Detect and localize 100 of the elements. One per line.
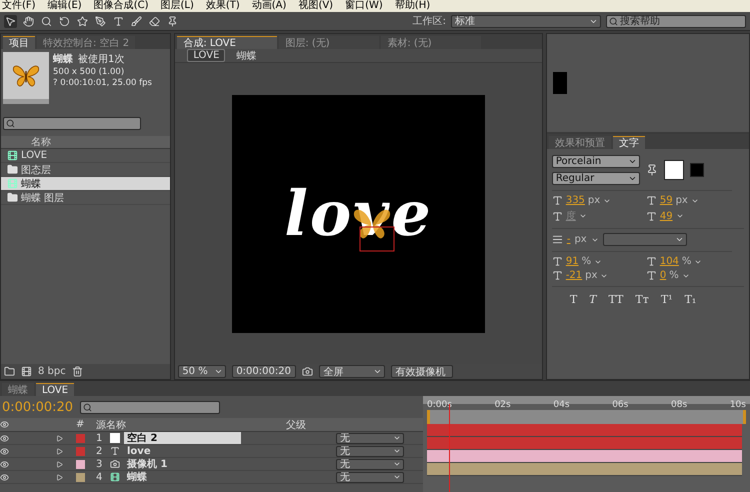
timecode-field[interactable]: 0:00:00:20 [232,365,296,378]
visibility-icon[interactable] [0,460,9,468]
search-field[interactable] [3,117,141,130]
value-field[interactable]: 91 [566,256,579,267]
panel-tab[interactable]: 项目 [3,36,35,49]
folder-icon [7,164,18,175]
panel-tab[interactable]: 素材: (无) [381,36,482,49]
text-style-button[interactable]: T [585,293,601,306]
text-scale-icon [646,256,657,267]
value-field[interactable]: 0 [660,270,666,281]
timeline-tab[interactable]: LOVE [36,383,74,396]
label-color-swatch[interactable] [76,472,85,482]
pen-tool-icon[interactable] [94,14,107,28]
panel-tab[interactable]: 图层: (无) [279,36,380,49]
menu-item[interactable]: 编辑(E) [48,0,82,12]
panel-tab[interactable]: 文字 [612,136,645,149]
stroke-color-swatch[interactable] [690,163,704,177]
visibility-icon[interactable] [0,472,9,482]
text-scale-icon [552,256,563,267]
value-field[interactable]: -21 [566,270,582,281]
text-style-button[interactable]: TT [604,293,628,306]
fill-color-swatch[interactable] [664,160,684,180]
visibility-icon[interactable] [0,434,9,442]
trash-icon[interactable] [72,366,83,377]
panel-tab[interactable]: 效果和预置 [548,136,611,149]
layer-name[interactable]: 空白 2 [124,432,241,444]
folder-icon [7,192,18,203]
unit-label: % [582,256,592,267]
folder-icon[interactable] [4,366,15,377]
column-header[interactable]: # [76,419,96,430]
composition-icon[interactable] [21,366,32,377]
panel-tab[interactable]: 合成: LOVE [177,36,278,49]
help-search-field[interactable]: 搜索帮助 [606,14,746,28]
timeline-tab[interactable]: 蝴蝶 [2,383,34,396]
dropdown-caret-icon[interactable] [214,367,224,376]
project-item[interactable]: 蝴蝶 [1,177,170,191]
value-field[interactable]: 49 [660,210,673,222]
search-icon [609,16,618,26]
menu-item[interactable]: 图层(L) [160,0,194,12]
value-field[interactable]: 104 [660,256,679,267]
layer-search-field[interactable] [80,400,220,414]
menu-item[interactable]: 图像合成(C) [94,0,148,12]
camera-view-dropdown[interactable]: 有效摄像机 [391,365,454,378]
value-field[interactable]: - [566,234,570,245]
brush-tool-icon[interactable] [130,14,143,28]
parent-dropdown[interactable]: 无 [336,472,404,482]
column-header[interactable]: 父级 [286,418,406,432]
value-field[interactable]: 335 [566,195,585,206]
color-swatch [552,72,567,94]
font-dropdown[interactable]: Porcelain [552,155,640,168]
label-color-swatch[interactable] [76,460,85,468]
resolution-dropdown[interactable]: 全屏 [319,365,386,378]
font-style-dropdown[interactable]: Regular [552,172,640,185]
type-tool-icon[interactable] [112,14,125,28]
column-header[interactable]: 名称 [31,135,51,149]
text-metric-icon [552,210,563,222]
snapshot-icon[interactable] [302,366,314,377]
zoom-dropdown[interactable]: 50 % [178,365,226,378]
text-style-button[interactable]: Tт [631,293,653,306]
butterfly-icon [12,62,40,88]
label-color-swatch[interactable] [76,434,85,442]
rotate-tool-icon[interactable] [58,14,71,28]
dropdown-caret-icon[interactable] [373,367,382,376]
text-style-button[interactable]: T₁ [680,293,700,306]
layer-name[interactable]: love [124,445,241,457]
project-item[interactable]: 蝴蝶 图层 [1,191,170,205]
menu-item[interactable]: 帮助(H) [394,0,430,12]
visibility-icon[interactable] [0,446,9,456]
parent-dropdown[interactable]: 无 [336,446,404,456]
value-field[interactable]: 59 [660,195,673,206]
panel-tab[interactable]: 特效控制台: 空白 2 [37,36,136,49]
star-tool-icon[interactable] [76,14,89,28]
menu-item[interactable]: 视图(V) [298,0,334,12]
unit-label: px [676,195,688,206]
time-tick-label: 06s [612,400,628,410]
menu-item[interactable]: 动画(A) [252,0,286,12]
dropdown-caret-icon[interactable] [674,235,684,244]
project-item[interactable]: LOVE [1,149,170,163]
parent-dropdown[interactable]: 无 [336,458,404,470]
menu-item[interactable]: 效果(T) [206,0,240,12]
selection-tool-icon[interactable] [4,14,17,28]
column-header[interactable]: 源名称 [96,418,286,432]
current-time-display[interactable]: 0:00:00:20 [2,400,72,414]
zoom-tool-icon[interactable] [40,14,53,28]
layer-name[interactable]: 蝴蝶 [124,471,241,483]
bit-depth-button[interactable]: 8 bpc [38,366,66,377]
layer-name[interactable]: 摄像机 1 [124,458,241,470]
label-color-swatch[interactable] [76,446,85,456]
layer-duration-bar[interactable] [427,463,742,476]
text-style-button[interactable]: T¹ [656,293,677,306]
breadcrumb-item[interactable]: LOVE [187,49,226,62]
breadcrumb-item[interactable]: 蝴蝶 [230,48,262,64]
eraser-tool-icon[interactable] [148,14,161,28]
text-style-button[interactable]: T [566,293,582,306]
parent-dropdown[interactable]: 无 [336,432,404,444]
workspace-dropdown[interactable]: 标准 [451,14,601,28]
layer-duration-bar[interactable] [427,450,742,463]
hand-tool-icon[interactable] [22,14,35,28]
dropdown-caret-icon[interactable] [578,212,587,220]
pin-tool-icon[interactable] [166,14,179,28]
